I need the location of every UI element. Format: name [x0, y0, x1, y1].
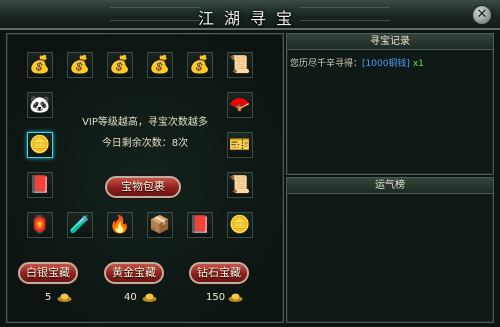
- reward-slot-1[interactable]: 💰: [27, 52, 53, 78]
- purple-scroll-icon: 🎫: [229, 134, 251, 155]
- money-bag-gold-icon: 💰: [69, 54, 91, 75]
- reward-slot-18[interactable]: 🪙: [227, 212, 253, 238]
- record-entry: 您历尽千辛寻得：[1000铜钱] x1: [290, 56, 424, 69]
- orange-crate-icon: 📦: [149, 214, 171, 235]
- gold-ingot-icon: [228, 293, 243, 302]
- gold-ingot-icon: [142, 293, 157, 302]
- lantern-icon: 🏮: [29, 214, 51, 235]
- money-bag-green-icon: 💰: [149, 54, 171, 75]
- reward-slot-9[interactable]: 📕: [27, 172, 53, 198]
- reward-slot-5[interactable]: 💰: [187, 52, 213, 78]
- silver-cost: 5: [45, 292, 52, 303]
- gold-cost: 40: [124, 292, 137, 303]
- window-title: 江湖寻宝: [197, 9, 302, 28]
- money-bag-blue-icon: 💰: [189, 54, 211, 75]
- reward-slot-17[interactable]: 📕: [187, 212, 213, 238]
- treasure-bag-button[interactable]: 宝物包裹: [105, 176, 181, 198]
- record-qty: x1: [412, 59, 424, 69]
- vip-hint-text: VIP等级越高，寻宝次数越多: [82, 117, 208, 128]
- silver-treasure-button[interactable]: 白银宝藏: [18, 262, 78, 284]
- reward-slot-10[interactable]: 🪭: [227, 92, 253, 118]
- orange-scroll-icon: 📜: [229, 174, 251, 195]
- fire-token-icon: 🔥: [109, 214, 131, 235]
- reward-slot-7[interactable]: 🐼: [27, 92, 53, 118]
- luck-ranking-panel: [286, 177, 494, 323]
- reward-slot-15[interactable]: 🔥: [107, 212, 133, 238]
- remaining-count-text: 今日剩余次数：8次: [101, 138, 189, 149]
- reward-slot-13[interactable]: 🏮: [27, 212, 53, 238]
- coin-stack-icon: 🪙: [229, 214, 251, 235]
- purple-potion-icon: 🧪: [69, 214, 91, 235]
- reward-slot-14[interactable]: 🧪: [67, 212, 93, 238]
- purple-fan-icon: 🪭: [229, 94, 251, 115]
- panda-icon: 🐼: [29, 94, 51, 115]
- luck-ranking-title: 运气榜: [287, 178, 493, 194]
- close-icon: ✕: [476, 7, 488, 22]
- money-bag-yellow-green-icon: 💰: [109, 54, 131, 75]
- reward-slot-2[interactable]: 💰: [67, 52, 93, 78]
- diamond-cost: 150: [206, 292, 226, 303]
- gold-treasure-button[interactable]: 黄金宝藏: [104, 262, 164, 284]
- reward-slot-11[interactable]: 🎫: [227, 132, 253, 158]
- reward-slot-12[interactable]: 📜: [227, 172, 253, 198]
- close-button[interactable]: ✕: [472, 5, 492, 25]
- reward-slot-4[interactable]: 💰: [147, 52, 173, 78]
- red-book-icon: 📕: [189, 214, 211, 235]
- record-prefix: 您历尽千辛寻得：: [290, 59, 363, 69]
- treasure-record-title: 寻宝记录: [287, 34, 493, 50]
- reward-slot-8[interactable]: 🪙: [27, 132, 53, 158]
- money-bag-teal-icon: 💰: [29, 54, 51, 75]
- reward-slot-6[interactable]: 📜: [227, 52, 253, 78]
- scroll-orange-icon: 📜: [229, 54, 251, 75]
- red-book-icon: 📕: [29, 174, 51, 195]
- reward-slot-3[interactable]: 💰: [107, 52, 133, 78]
- title-bar: 江湖寻宝 ✕: [0, 0, 500, 30]
- gold-ingot-icon: [57, 293, 72, 302]
- reward-slot-16[interactable]: 📦: [147, 212, 173, 238]
- diamond-treasure-button[interactable]: 钻石宝藏: [189, 262, 249, 284]
- treasure-record-panel: [286, 33, 494, 175]
- record-item[interactable]: [1000铜钱]: [362, 59, 410, 69]
- coin-icon: 🪙: [29, 134, 51, 155]
